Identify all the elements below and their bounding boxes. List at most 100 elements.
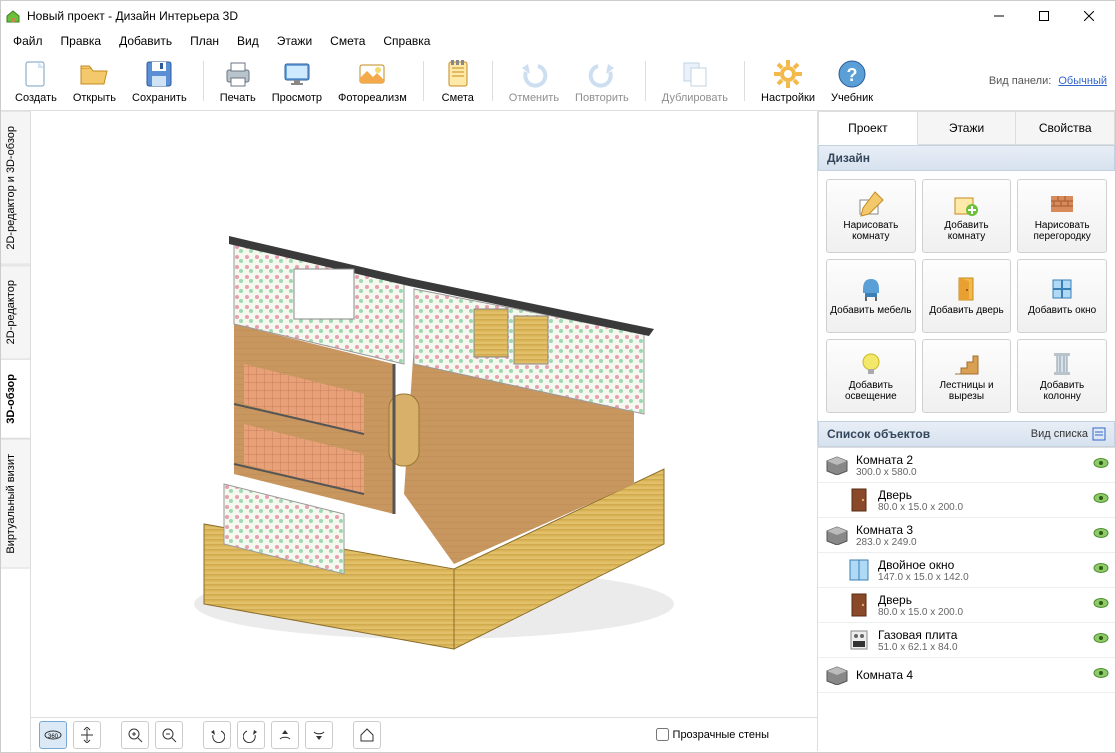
tab-properties[interactable]: Свойства xyxy=(1016,111,1115,145)
add-furniture-button[interactable]: Добавить мебель xyxy=(826,259,916,333)
transparent-walls-input[interactable] xyxy=(656,728,669,741)
home-view-button[interactable] xyxy=(353,721,381,749)
visibility-toggle[interactable] xyxy=(1093,527,1109,543)
app-icon xyxy=(5,8,21,24)
objects-header: Список объектов Вид списка xyxy=(818,421,1115,447)
right-tabs: Проект Этажи Свойства xyxy=(818,111,1115,145)
rotate-left-button[interactable] xyxy=(203,721,231,749)
add-column-button[interactable]: Добавить колонну xyxy=(1017,339,1107,413)
redo-button[interactable]: Повторить xyxy=(569,56,635,106)
left-tab-virtual[interactable]: Виртуальный визит xyxy=(1,439,30,569)
visibility-toggle[interactable] xyxy=(1093,457,1109,473)
object-type-icon xyxy=(824,662,850,688)
design-tool-grid: Нарисовать комнату Добавить комнату Нари… xyxy=(818,171,1115,421)
tilt-down-button[interactable] xyxy=(305,721,333,749)
list-view-icon xyxy=(1092,427,1106,441)
window-title: Новый проект - Дизайн Интерьера 3D xyxy=(27,9,976,23)
tutorial-button[interactable]: ?Учебник xyxy=(825,56,879,106)
preview-button[interactable]: Просмотр xyxy=(266,56,328,106)
add-door-button[interactable]: Добавить дверь xyxy=(922,259,1012,333)
object-dimensions: 147.0 x 15.0 x 142.0 xyxy=(878,572,1093,583)
add-room-button[interactable]: Добавить комнату xyxy=(922,179,1012,253)
draw-room-button[interactable]: Нарисовать комнату xyxy=(826,179,916,253)
create-button[interactable]: Создать xyxy=(9,56,63,106)
duplicate-icon xyxy=(679,58,711,90)
toolbar-separator xyxy=(645,61,646,101)
save-button[interactable]: Сохранить xyxy=(126,56,193,106)
draw-partition-button[interactable]: Нарисовать перегородку xyxy=(1017,179,1107,253)
list-view-toggle[interactable]: Вид списка xyxy=(1031,427,1106,441)
duplicate-button[interactable]: Дублировать xyxy=(656,56,734,106)
print-button[interactable]: Печать xyxy=(214,56,262,106)
add-room-icon xyxy=(952,190,980,218)
svg-text:360: 360 xyxy=(48,734,59,740)
visibility-toggle[interactable] xyxy=(1093,492,1109,508)
door-icon xyxy=(952,275,980,303)
gear-icon xyxy=(772,58,804,90)
stairs-button[interactable]: Лестницы и вырезы xyxy=(922,339,1012,413)
menu-file[interactable]: Файл xyxy=(5,32,51,50)
panel-mode-link[interactable]: Обычный xyxy=(1058,75,1107,87)
zoom-in-button[interactable] xyxy=(121,721,149,749)
list-item[interactable]: Комната 2300.0 x 580.0 xyxy=(818,448,1115,483)
object-name: Комната 3 xyxy=(856,523,1093,537)
photorealism-button[interactable]: Фотореализм xyxy=(332,56,413,106)
object-name: Дверь xyxy=(878,488,1093,502)
menu-view[interactable]: Вид xyxy=(229,32,267,50)
left-tab-2d-3d[interactable]: 2D-редактор и 3D-обзор xyxy=(1,111,30,265)
toolbar-separator xyxy=(744,61,745,101)
tilt-up-button[interactable] xyxy=(271,721,299,749)
tab-floors[interactable]: Этажи xyxy=(918,111,1017,145)
menu-plan[interactable]: План xyxy=(182,32,227,50)
undo-button[interactable]: Отменить xyxy=(503,56,565,106)
list-item[interactable]: Двойное окно147.0 x 15.0 x 142.0 xyxy=(818,553,1115,588)
chair-icon xyxy=(857,275,885,303)
settings-button[interactable]: Настройки xyxy=(755,56,821,106)
workarea: 2D-редактор и 3D-обзор 2D-редактор 3D-об… xyxy=(1,111,1115,751)
menu-estimate[interactable]: Смета xyxy=(322,32,373,50)
menu-add[interactable]: Добавить xyxy=(111,32,180,50)
left-tab-3d[interactable]: 3D-обзор xyxy=(1,359,30,439)
toolbar: Создать Открыть Сохранить Печать Просмот… xyxy=(1,51,1115,111)
object-dimensions: 283.0 x 249.0 xyxy=(856,537,1093,548)
close-button[interactable] xyxy=(1066,1,1111,31)
visibility-toggle[interactable] xyxy=(1093,667,1109,683)
maximize-button[interactable] xyxy=(1021,1,1066,31)
visibility-toggle[interactable] xyxy=(1093,562,1109,578)
left-tabs: 2D-редактор и 3D-обзор 2D-редактор 3D-об… xyxy=(1,111,31,751)
left-tab-2d[interactable]: 2D-редактор xyxy=(1,265,30,359)
zoom-out-button[interactable] xyxy=(155,721,183,749)
list-item[interactable]: Комната 4 xyxy=(818,658,1115,693)
notepad-icon xyxy=(442,58,474,90)
orbit-360-button[interactable]: 360 xyxy=(39,721,67,749)
add-light-button[interactable]: Добавить освещение xyxy=(826,339,916,413)
menubar: Файл Правка Добавить План Вид Этажи Смет… xyxy=(1,31,1115,51)
list-item[interactable]: Газовая плита51.0 x 62.1 x 84.0 xyxy=(818,623,1115,658)
photo-icon xyxy=(356,58,388,90)
transparent-walls-checkbox[interactable]: Прозрачные стены xyxy=(656,728,769,741)
tab-project[interactable]: Проект xyxy=(818,111,918,145)
pan-button[interactable] xyxy=(73,721,101,749)
menu-floors[interactable]: Этажи xyxy=(269,32,320,50)
menu-edit[interactable]: Правка xyxy=(53,32,110,50)
minimize-button[interactable] xyxy=(976,1,1021,31)
folder-open-icon xyxy=(78,58,110,90)
new-file-icon xyxy=(20,58,52,90)
object-dimensions: 51.0 x 62.1 x 84.0 xyxy=(878,642,1093,653)
estimate-button[interactable]: Смета xyxy=(434,56,482,106)
object-type-icon xyxy=(824,452,850,478)
undo-icon xyxy=(518,58,550,90)
view-toolbar: 360 Прозрачные стены xyxy=(31,717,817,751)
redo-icon xyxy=(586,58,618,90)
object-type-icon xyxy=(846,627,872,653)
visibility-toggle[interactable] xyxy=(1093,632,1109,648)
add-window-button[interactable]: Добавить окно xyxy=(1017,259,1107,333)
open-button[interactable]: Открыть xyxy=(67,56,122,106)
3d-canvas[interactable] xyxy=(31,111,817,717)
list-item[interactable]: Дверь80.0 x 15.0 x 200.0 xyxy=(818,483,1115,518)
list-item[interactable]: Комната 3283.0 x 249.0 xyxy=(818,518,1115,553)
list-item[interactable]: Дверь80.0 x 15.0 x 200.0 xyxy=(818,588,1115,623)
rotate-right-button[interactable] xyxy=(237,721,265,749)
menu-help[interactable]: Справка xyxy=(375,32,438,50)
visibility-toggle[interactable] xyxy=(1093,597,1109,613)
